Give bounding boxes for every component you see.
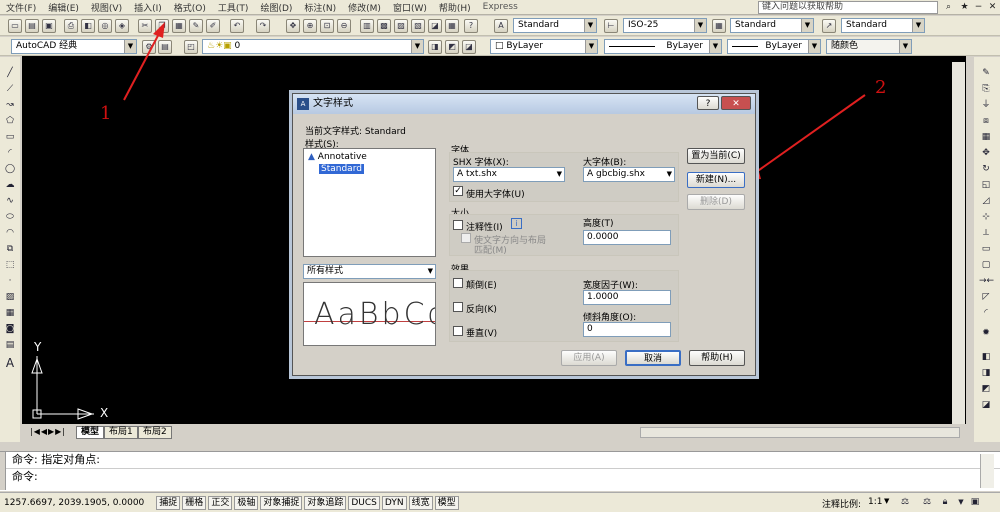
preview-box: AaBbCc [303,282,436,346]
toggle-grid[interactable]: 栅格 [182,495,207,510]
font-icon: A [587,169,597,179]
styles-list[interactable]: ▲ Annotative Standard [303,148,436,257]
list-item-selected[interactable]: Standard [319,164,364,174]
toggle-lineweight[interactable]: 线宽 [408,495,433,510]
dialog-title: 文字样式 [313,98,353,109]
annotation-arrow-2 [751,94,866,176]
command-scrollbar[interactable] [980,454,994,488]
toggle-otrack[interactable]: 对象追踪 [304,495,347,510]
annotation-arrow-1 [123,27,163,101]
match-orientation-label-2: 匹配(M) [474,246,507,256]
command-input[interactable]: 命令: [0,469,1000,485]
list-item[interactable]: ▲ Annotative [308,152,367,162]
height-label: 高度(T) [583,219,614,229]
annotation-visibility-icon[interactable]: ⚖ [898,495,912,509]
style-filter-value: 所有样式 [307,266,344,276]
shx-font-value: txt.shx [466,169,497,179]
help-button[interactable]: 帮助(H) [689,350,745,366]
chevron-down-icon: ▼ [427,267,433,275]
toggle-dyn[interactable]: DYN [381,495,407,510]
chevron-down-icon: ▼ [666,170,672,178]
text-style-dialog: A 文字样式 ? ✕ 当前文字样式: Standard 样式(S): ▲ Ann… [292,93,756,376]
new-style-button[interactable]: 新建(N)... [687,172,745,188]
toggle-osnap[interactable]: 对象捕捉 [260,495,303,510]
font-icon: A [457,169,467,179]
backwards-checkbox[interactable] [453,302,463,312]
set-current-button[interactable]: 置为当前(C) [687,148,745,164]
annotation-label-1: 1 [100,103,112,124]
backwards-label: 反向(K) [466,305,497,315]
big-font-value: gbcbig.shx [596,169,645,179]
dialog-title-bar: A 文字样式 ? ✕ [293,94,755,114]
toggle-ortho[interactable]: 正交 [208,495,233,510]
toggle-snap[interactable]: 捕捉 [156,495,181,510]
annotation-scale-value[interactable]: 1:1 [868,497,882,507]
annotative-label: 注释性(I) [466,223,503,233]
command-history-line: 命令: 指定对角点: [12,453,100,466]
current-style-label: 当前文字样式: Standard [305,127,406,137]
shx-font-select[interactable]: A txt.shx ▼ [453,167,565,182]
chevron-down-icon[interactable]: ▼ [954,495,968,509]
annotation-label-2: 2 [875,77,887,98]
apply-button[interactable]: 应用(A) [561,350,617,366]
big-font-select[interactable]: A gbcbig.shx ▼ [583,167,675,182]
dialog-help-title-button[interactable]: ? [697,96,719,110]
chevron-down-icon: ▼ [556,170,562,178]
clean-screen-icon[interactable]: ▣ [968,495,982,509]
toggle-ducs[interactable]: DUCS [348,495,380,510]
lock-icon[interactable]: 🔒︎ [938,495,952,509]
command-window: 命令: 指定对角点: 命令: [0,451,1000,491]
command-window-grip[interactable] [0,452,6,490]
annotation-arrowhead-1 [153,22,165,38]
annotation-scale-label: 注释比例: [822,500,862,510]
info-icon[interactable]: i [511,218,522,229]
use-big-font-label: 使用大字体(U) [466,190,525,200]
vertical-label: 垂直(V) [466,329,498,339]
style-name: Annotative [317,152,367,162]
toggle-polar[interactable]: 极轴 [234,495,259,510]
annotative-icon: ▲ [308,152,318,162]
auto-scale-icon[interactable]: ⚖ [920,495,934,509]
dialog-app-icon: A [297,98,309,110]
height-input[interactable]: 0.0000 [583,230,671,245]
annotative-checkbox[interactable] [453,220,463,230]
chevron-down-icon[interactable]: ▼ [884,497,889,505]
match-orientation-checkbox[interactable] [461,233,471,243]
vertical-checkbox[interactable] [453,326,463,336]
delete-style-button[interactable]: 删除(D) [687,194,745,210]
upside-down-checkbox[interactable] [453,278,463,288]
toggle-model[interactable]: 模型 [434,495,459,510]
width-factor-input[interactable]: 1.0000 [583,290,671,305]
coordinates-readout[interactable]: 1257.6697, 2039.1905, 0.0000 [0,498,148,508]
oblique-angle-input[interactable]: 0 [583,322,671,337]
preview-text: AaBbCc [314,297,436,332]
use-big-font-checkbox[interactable]: ✓ [453,186,463,196]
style-filter-select[interactable]: 所有样式 ▼ [303,264,436,279]
dialog-close-button[interactable]: ✕ [721,96,751,110]
cancel-button[interactable]: 取消 [625,350,681,366]
upside-down-label: 颠倒(E) [466,281,497,291]
